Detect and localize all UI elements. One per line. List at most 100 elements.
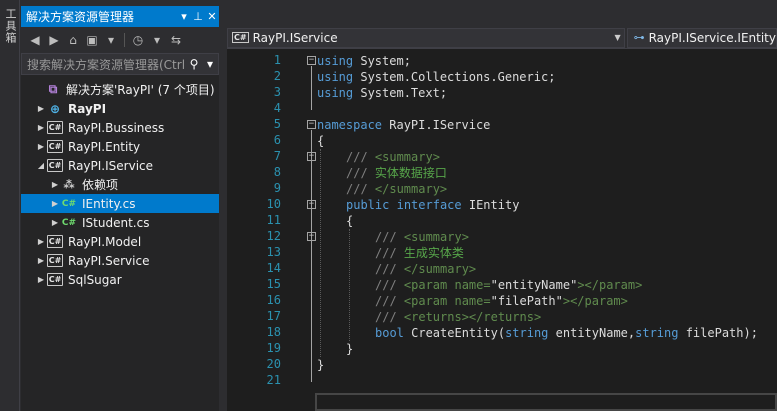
code-token: } (317, 358, 325, 372)
line-number: 3 (273, 85, 281, 99)
dropdown-icon[interactable]: ▾ (103, 32, 119, 48)
code-line[interactable]: namespace RayPI.IService (317, 117, 490, 133)
switch-views-icon[interactable]: ▣ (84, 32, 100, 48)
csharp-project-icon: C# (232, 32, 249, 43)
code-line[interactable]: bool CreateEntity(string entityName,stri… (375, 325, 758, 341)
line-number: 17 (266, 309, 281, 323)
solution-icon: ⧉ (48, 82, 58, 96)
code-line[interactable]: using System; (317, 53, 411, 69)
type-dropdown[interactable]: ⊶ RayPI.IService.IEntity (626, 27, 777, 48)
expand-arrow-icon[interactable]: ▶ (35, 104, 47, 113)
code-token: /// (375, 310, 404, 324)
code-line[interactable]: /// </summary> (375, 261, 476, 277)
tree-item[interactable]: ▶ C# IStudent.cs (21, 213, 219, 232)
pending-changes-icon[interactable]: ◷ (130, 32, 146, 48)
tree-item[interactable]: ▶ C# RayPI.Model (21, 232, 219, 251)
expand-arrow-icon[interactable]: ▶ (35, 275, 47, 284)
home-icon[interactable]: ⌂ (65, 32, 81, 48)
code-token: <summary> (403, 230, 469, 244)
tree-item[interactable]: ▶ ⊕ RayPI (21, 99, 219, 118)
code-token: } (346, 342, 354, 356)
line-number-gutter: 1 2 3 4 5 6 7 8 9 10 11 12 13 14 15 16 17 18 19 20 21 (227, 49, 285, 411)
expand-arrow-icon[interactable]: ◢ (35, 161, 47, 170)
toolbox-strip[interactable]: 工具箱 (0, 0, 20, 411)
line-number: 14 (266, 261, 281, 275)
line-number: 18 (266, 325, 281, 339)
chevron-down-icon: ▼ (614, 33, 621, 42)
line-number: 10 (266, 197, 281, 211)
collapse-icon[interactable]: − (307, 56, 316, 65)
collapse-icon[interactable]: − (307, 120, 316, 129)
tree-item-label: IStudent.cs (82, 215, 150, 230)
code-token: ></param> (562, 294, 628, 308)
code-line[interactable]: using System.Text; (317, 85, 447, 101)
code-line[interactable]: /// <param name="filePath"></param> (375, 293, 628, 309)
code-token: { (317, 134, 325, 148)
tree-item[interactable]: ▶ C# SqlSugar (21, 270, 219, 289)
line-number: 6 (273, 133, 281, 147)
code-line[interactable]: /// 实体数据接口 (346, 165, 447, 181)
expand-arrow-icon[interactable]: ▶ (35, 142, 47, 151)
code-line[interactable]: } (346, 341, 353, 357)
line-number: 11 (266, 213, 281, 227)
search-input[interactable]: 搜索解决方案资源管理器(Ctrl (22, 56, 186, 73)
tree-item[interactable]: ▶ C# RayPI.Service (21, 251, 219, 270)
solution-tree: ⧉ 解决方案'RayPI' (7 个项目) ▶ ⊕ RayPI ▶ C# RayPI.Buss… (21, 80, 219, 289)
code-line[interactable]: public interface IEntity (346, 197, 519, 213)
code-token: /// (375, 246, 404, 260)
expand-arrow-icon[interactable]: ▶ (35, 123, 47, 132)
toolbox-tab[interactable]: 工具箱 (2, 8, 18, 44)
expand-arrow-icon[interactable]: ▶ (49, 199, 61, 208)
code-line[interactable]: using System.Collections.Generic; (317, 69, 555, 85)
interface-icon: ⊶ (633, 31, 645, 44)
search-icon[interactable]: ⚲ (186, 57, 202, 71)
tree-item[interactable]: ⧉ 解决方案'RayPI' (7 个项目) (21, 80, 219, 99)
code-line[interactable]: } (317, 357, 324, 373)
expand-arrow-icon[interactable]: ▶ (35, 237, 47, 246)
tree-item[interactable]: ▶ C# IEntity.cs (21, 194, 219, 213)
collapse-icon[interactable]: − (307, 200, 316, 209)
search-options-icon[interactable]: ▾ (202, 57, 218, 71)
code-line[interactable]: { (346, 213, 353, 229)
expand-arrow-icon[interactable]: ▶ (35, 256, 47, 265)
collapse-icon[interactable]: − (307, 152, 316, 161)
code-token: RayPI.IService (382, 118, 491, 132)
close-button[interactable]: ✕ (205, 10, 219, 23)
sync-icon[interactable]: ⇆ (168, 32, 184, 48)
expand-arrow-icon[interactable]: ▶ (49, 180, 61, 189)
code-line[interactable]: /// <returns></returns> (375, 309, 541, 325)
outline-line (311, 66, 312, 110)
code-line[interactable]: /// <param name="entityName"></param> (375, 277, 642, 293)
back-icon[interactable]: ◀ (27, 32, 43, 48)
expand-arrow-icon[interactable]: ▶ (49, 218, 61, 227)
code-token: interface (396, 198, 462, 212)
dropdown-icon[interactable]: ▾ (149, 32, 165, 48)
csharp-project-icon: C# (47, 121, 63, 134)
tree-item[interactable]: ▶ ⁂ 依赖项 (21, 175, 219, 194)
code-token: filePath); (678, 326, 758, 340)
panel-menu-button[interactable]: ▾ (177, 10, 191, 23)
code-line[interactable]: /// <summary> (346, 149, 440, 165)
code-token: System.Collections.Generic; (353, 70, 556, 84)
collapse-icon[interactable]: − (307, 232, 316, 241)
code-editor[interactable]: 1 2 3 4 5 6 7 8 9 10 11 12 13 14 15 16 17 18 19 20 21 − − − − − … (227, 49, 777, 411)
tree-item-label: RayPI.Service (68, 253, 150, 268)
dependencies-icon: ⁂ (63, 178, 75, 191)
code-token: System.Text; (353, 86, 448, 100)
code-line[interactable]: /// <summary> (375, 229, 469, 245)
code-token: /// (375, 278, 404, 292)
project-dropdown[interactable]: C# RayPI.IService ▼ (227, 27, 625, 48)
code-line[interactable]: /// </summary> (346, 181, 447, 197)
outline-line (311, 242, 312, 334)
code-line[interactable]: /// 生成实体类 (375, 245, 464, 261)
current-line-highlight (315, 393, 777, 411)
pin-icon[interactable]: ⊥ (191, 10, 205, 23)
forward-icon[interactable]: ▶ (46, 32, 62, 48)
tree-item[interactable]: ▶ C# RayPI.Entity (21, 137, 219, 156)
code-line[interactable]: { (317, 133, 324, 149)
code-token: 生成实体类 (403, 246, 464, 260)
code-token: <param name= (403, 294, 491, 308)
explorer-search-box[interactable]: 搜索解决方案资源管理器(Ctrl ⚲ ▾ (21, 53, 219, 75)
tree-item[interactable]: ▶ C# RayPI.Bussiness (21, 118, 219, 137)
tree-item[interactable]: ◢ C# RayPI.IService (21, 156, 219, 175)
